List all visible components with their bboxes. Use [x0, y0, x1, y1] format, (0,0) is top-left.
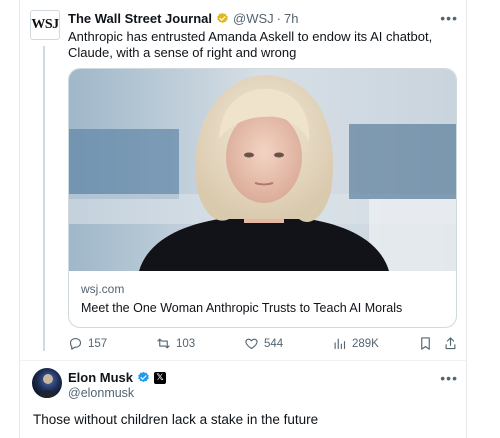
- tweet-action-bar: 157 103 544 289K: [68, 336, 460, 354]
- wsj-display-name[interactable]: The Wall Street Journal: [68, 11, 212, 26]
- thread-connector-line: [43, 46, 45, 351]
- elon-tweet-text: Those without children lack a stake in t…: [33, 412, 319, 427]
- article-photo[interactable]: [69, 69, 456, 271]
- wsj-handle[interactable]: @WSJ: [233, 11, 274, 26]
- share-button[interactable]: [443, 336, 458, 351]
- like-button[interactable]: 544: [244, 336, 283, 351]
- wsj-tweet-text: Anthropic has entrusted Amanda Askell to…: [68, 29, 433, 60]
- timeline-left-border: [19, 0, 20, 438]
- tweet-timestamp[interactable]: 7h: [284, 11, 298, 26]
- bookmark-button[interactable]: [418, 336, 433, 351]
- tweet-divider: [20, 360, 466, 361]
- avatar-figure-icon: [38, 374, 58, 398]
- elon-display-name[interactable]: Elon Musk: [68, 370, 133, 385]
- reply-icon: [69, 337, 82, 350]
- heart-icon: [245, 338, 258, 350]
- verified-blue-badge-icon: [138, 371, 149, 383]
- more-options-icon[interactable]: •••: [440, 10, 458, 26]
- reply-count: 157: [88, 337, 108, 350]
- dot-separator: ·: [276, 11, 281, 26]
- reply-button[interactable]: 157: [68, 336, 107, 351]
- link-preview-card[interactable]: wsj.com Meet the One Woman Anthropic Tru…: [68, 68, 457, 328]
- timeline-right-border: [466, 0, 467, 438]
- wsj-avatar[interactable]: WSJ: [30, 10, 60, 40]
- views-chart-icon: [334, 338, 346, 350]
- like-count: 544: [264, 337, 284, 350]
- wsj-tweet-header: The Wall Street Journal @WSJ · 7h: [68, 11, 298, 26]
- card-headline: Meet the One Woman Anthropic Trusts to T…: [81, 301, 403, 315]
- x-affiliate-icon: 𝕏: [154, 371, 167, 384]
- elon-handle[interactable]: @elonmusk: [68, 386, 134, 400]
- repost-count: 103: [176, 337, 196, 350]
- bookmark-icon: [421, 337, 430, 350]
- repost-icon: [157, 338, 170, 349]
- elon-tweet-header: Elon Musk 𝕏: [68, 370, 167, 385]
- elon-avatar[interactable]: [32, 368, 62, 398]
- views-count: 289K: [352, 337, 379, 350]
- more-options-icon[interactable]: •••: [440, 370, 458, 386]
- repost-button[interactable]: 103: [156, 336, 195, 351]
- card-domain: wsj.com: [81, 282, 125, 296]
- share-icon: [445, 337, 456, 350]
- views-button[interactable]: 289K: [332, 336, 379, 351]
- verified-gold-badge-icon: [217, 12, 228, 24]
